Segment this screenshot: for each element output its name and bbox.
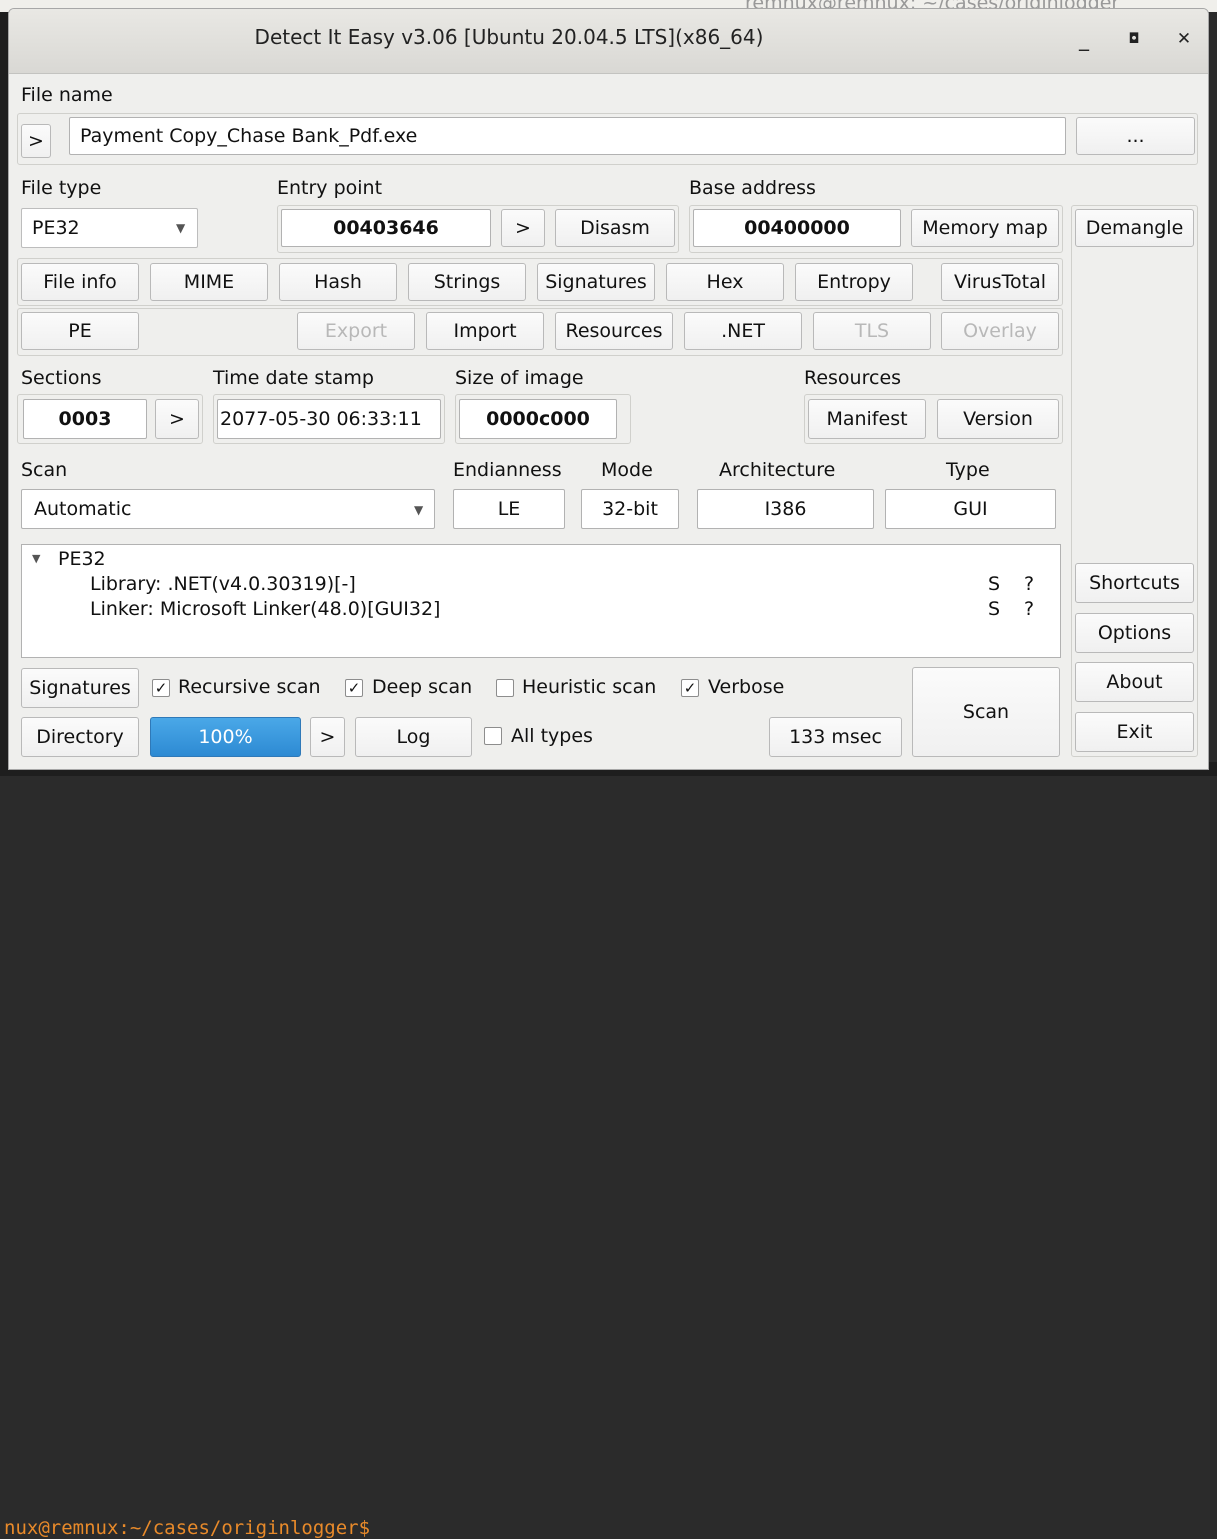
- directory-button[interactable]: Directory: [21, 717, 139, 757]
- recursive-scan-label[interactable]: Recursive scan: [178, 676, 321, 698]
- about-button[interactable]: About: [1075, 662, 1194, 702]
- resources-button[interactable]: Resources: [555, 312, 673, 350]
- endianness-field[interactable]: LE: [453, 489, 565, 529]
- scan-mode-value: Automatic: [34, 498, 132, 520]
- mode-label: Mode: [601, 459, 653, 481]
- hash-button[interactable]: Hash: [279, 263, 397, 301]
- chevron-down-icon: ▼: [414, 503, 424, 517]
- hex-button[interactable]: Hex: [666, 263, 784, 301]
- all-types-checkbox[interactable]: [484, 727, 502, 745]
- dotnet-button[interactable]: .NET: [684, 312, 802, 350]
- heuristic-scan-checkbox[interactable]: [496, 679, 514, 697]
- deep-scan-checkbox[interactable]: ✓: [345, 679, 363, 697]
- maximize-button[interactable]: ◘: [1119, 25, 1149, 55]
- tree-item-library-s[interactable]: S: [988, 573, 1000, 595]
- entry-point-field[interactable]: 00403646: [281, 209, 491, 247]
- memory-map-button[interactable]: Memory map: [911, 209, 1059, 247]
- tree-item-library[interactable]: Library: .NET(v4.0.30319)[-]: [90, 573, 356, 595]
- overlay-button[interactable]: Overlay: [941, 312, 1059, 350]
- file-type-label: File type: [21, 177, 102, 199]
- tree-root-pe32[interactable]: PE32: [58, 548, 106, 570]
- expand-arrow-icon[interactable]: ▼: [32, 552, 40, 565]
- demangle-button[interactable]: Demangle: [1075, 209, 1194, 247]
- mode-field[interactable]: 32-bit: [581, 489, 679, 529]
- sections-go-button[interactable]: >: [155, 399, 199, 439]
- results-tree[interactable]: ▼ PE32 Library: .NET(v4.0.30319)[-] S ? …: [21, 544, 1061, 658]
- scan-time-display: 133 msec: [769, 717, 902, 757]
- type-label: Type: [946, 459, 990, 481]
- file-type-value: PE32: [32, 217, 80, 239]
- minimize-button[interactable]: _: [1069, 25, 1099, 55]
- architecture-label: Architecture: [719, 459, 836, 481]
- time-date-stamp-field[interactable]: 2077-05-30 06:33:11: [217, 399, 441, 439]
- title-bar[interactable]: Detect It Easy v3.06 [Ubuntu 20.04.5 LTS…: [9, 9, 1208, 74]
- sections-label: Sections: [21, 367, 102, 389]
- mime-button[interactable]: MIME: [150, 263, 268, 301]
- verbose-checkbox[interactable]: ✓: [681, 679, 699, 697]
- manifest-button[interactable]: Manifest: [808, 399, 926, 439]
- window-title: Detect It Easy v3.06 [Ubuntu 20.04.5 LTS…: [254, 25, 764, 49]
- export-button[interactable]: Export: [297, 312, 415, 350]
- size-of-image-field[interactable]: 0000c000: [459, 399, 617, 439]
- strings-button[interactable]: Strings: [408, 263, 526, 301]
- progress-go-button[interactable]: >: [310, 717, 345, 757]
- disasm-button[interactable]: Disasm: [555, 209, 675, 247]
- exit-button[interactable]: Exit: [1075, 712, 1194, 752]
- all-types-label[interactable]: All types: [511, 725, 593, 747]
- deep-scan-label[interactable]: Deep scan: [372, 676, 472, 698]
- chevron-down-icon: ▼: [176, 221, 186, 235]
- import-button[interactable]: Import: [426, 312, 544, 350]
- entry-point-label: Entry point: [277, 177, 383, 199]
- scan-label: Scan: [21, 459, 68, 481]
- heuristic-scan-label[interactable]: Heuristic scan: [522, 676, 656, 698]
- file-name-input[interactable]: Payment Copy_Chase Bank_Pdf.exe: [69, 117, 1066, 155]
- resources-label: Resources: [804, 367, 902, 389]
- tree-item-linker-info[interactable]: ?: [1024, 598, 1034, 620]
- base-address-label: Base address: [689, 177, 816, 199]
- virustotal-button[interactable]: VirusTotal: [941, 263, 1059, 301]
- log-button[interactable]: Log: [355, 717, 472, 757]
- tree-item-library-info[interactable]: ?: [1024, 573, 1034, 595]
- tls-button[interactable]: TLS: [813, 312, 931, 350]
- entropy-button[interactable]: Entropy: [795, 263, 913, 301]
- file-open-arrow-button[interactable]: >: [21, 124, 51, 158]
- scan-progress-bar: 100%: [150, 717, 301, 757]
- endianness-label: Endianness: [453, 459, 562, 481]
- entry-point-go-button[interactable]: >: [501, 209, 545, 247]
- signatures-button[interactable]: Signatures: [537, 263, 655, 301]
- verbose-label[interactable]: Verbose: [708, 676, 784, 698]
- file-info-button[interactable]: File info: [21, 263, 139, 301]
- file-name-label: File name: [21, 84, 113, 106]
- browse-button[interactable]: ...: [1076, 117, 1195, 155]
- tree-item-linker[interactable]: Linker: Microsoft Linker(48.0)[GUI32]: [90, 598, 440, 620]
- signatures-db-button[interactable]: Signatures: [21, 668, 139, 708]
- type-field[interactable]: GUI: [885, 489, 1056, 529]
- die-main-window: Detect It Easy v3.06 [Ubuntu 20.04.5 LTS…: [8, 8, 1209, 770]
- size-of-image-label: Size of image: [455, 367, 584, 389]
- pe-button[interactable]: PE: [21, 312, 139, 350]
- shortcuts-button[interactable]: Shortcuts: [1075, 563, 1194, 603]
- time-date-stamp-label: Time date stamp: [213, 367, 374, 389]
- scan-button[interactable]: Scan: [912, 667, 1060, 757]
- recursive-scan-checkbox[interactable]: ✓: [152, 679, 170, 697]
- close-button[interactable]: ✕: [1169, 25, 1199, 55]
- file-type-select[interactable]: PE32 ▼: [21, 208, 198, 248]
- background-terminal: [0, 0, 8, 776]
- architecture-field[interactable]: I386: [697, 489, 874, 529]
- sections-field[interactable]: 0003: [23, 399, 147, 439]
- terminal-prompt: nux@remnux:~/cases/originlogger$: [4, 1517, 371, 1539]
- options-button[interactable]: Options: [1075, 613, 1194, 653]
- tree-item-linker-s[interactable]: S: [988, 598, 1000, 620]
- scan-mode-select[interactable]: Automatic ▼: [21, 489, 435, 529]
- version-button[interactable]: Version: [937, 399, 1059, 439]
- base-address-field[interactable]: 00400000: [693, 209, 901, 247]
